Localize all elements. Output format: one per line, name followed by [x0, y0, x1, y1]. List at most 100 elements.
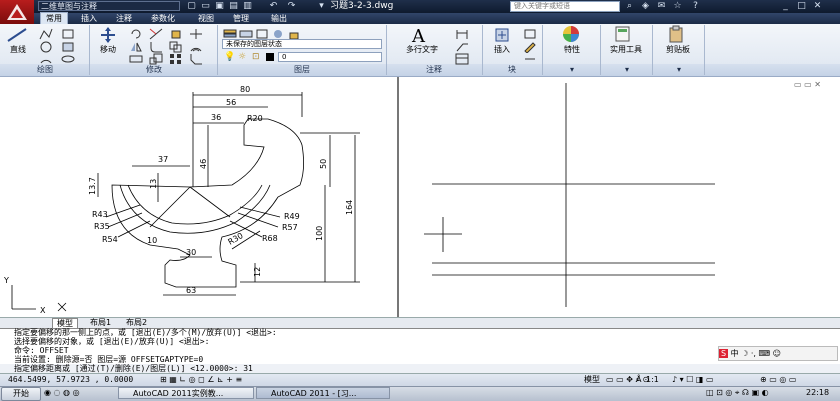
polar-icon[interactable]: ◎: [189, 375, 196, 384]
start-button[interactable]: 开始: [1, 387, 41, 401]
open-icon[interactable]: ▭: [200, 1, 211, 11]
dim-text: R20: [247, 114, 263, 123]
lineweight-icon[interactable]: ≡: [236, 375, 243, 384]
block-panel-label[interactable]: 块: [484, 64, 540, 76]
annotation-scale[interactable]: 1:1: [646, 374, 659, 386]
clipboard-button-label[interactable]: 剪贴板: [658, 44, 698, 55]
trim-icon[interactable]: [148, 27, 164, 41]
clipboard-dropdown-icon[interactable]: ▾: [654, 64, 704, 76]
dim-text: R35: [94, 222, 110, 231]
save-as-icon[interactable]: ▤: [228, 1, 239, 11]
layer-combo[interactable]: 0: [278, 52, 382, 62]
status-tray-icons-2[interactable]: ⊕ ▭ ◎ ▭: [760, 374, 796, 386]
ortho-icon[interactable]: ∟: [179, 375, 186, 384]
properties-dropdown-icon[interactable]: ▾: [544, 64, 600, 76]
tab-parametric[interactable]: 参数化: [146, 13, 180, 24]
linear-dimension-icon[interactable]: [454, 27, 470, 41]
tab-layout1[interactable]: 布局1: [86, 318, 115, 327]
sun-icon[interactable]: ☼: [238, 52, 246, 62]
properties-icon[interactable]: [562, 25, 580, 46]
undo-icon[interactable]: ↶: [268, 1, 279, 11]
tab-model[interactable]: 模型: [52, 318, 78, 328]
command-history-line: 当前设置: 删除源=否 图层=源 OFFSETGAPTYPE=0: [14, 355, 204, 364]
communication-icon[interactable]: ✉: [656, 1, 667, 11]
layer-color-swatch: [266, 53, 274, 61]
layers-panel-label[interactable]: 图层: [220, 64, 384, 76]
dim-text: R49: [284, 212, 300, 221]
properties-button-label[interactable]: 特性: [552, 44, 592, 55]
rotate-icon[interactable]: [128, 27, 144, 41]
snap-icon[interactable]: ⊞: [160, 375, 167, 384]
dim-text: 12: [253, 267, 262, 277]
tab-home[interactable]: 常用: [40, 12, 68, 24]
mtext-button-label[interactable]: 多行文字: [398, 44, 446, 55]
command-prompt[interactable]: 指定偏移距离或 [通过(T)/删除(E)/图层(L)] <12.0000>: 3…: [14, 364, 253, 373]
search-icon[interactable]: ⌕: [624, 1, 635, 11]
ribbon-separator: [482, 25, 483, 75]
coordinate-readout[interactable]: 464.5499, 57.9723 , 0.0000: [8, 374, 133, 386]
search-input[interactable]: 键入关键字或短语: [510, 1, 620, 12]
taskbar-item[interactable]: AutoCAD 2011 - [习...: [256, 387, 390, 399]
utilities-button-label[interactable]: 实用工具: [604, 44, 648, 55]
ribbon-separator: [386, 25, 387, 75]
clipboard-icon[interactable]: [668, 25, 686, 46]
save-icon[interactable]: ▣: [214, 1, 225, 11]
line-button-label[interactable]: 直线: [4, 44, 32, 55]
layer-state-combo[interactable]: 未保存的图层状态: [222, 39, 382, 49]
quick-view-icons[interactable]: ▭ ▭ ✥ ⌕ ⊙: [606, 374, 649, 386]
modify-panel-label[interactable]: 修改: [92, 64, 216, 76]
drawing-canvas[interactable]: 80 56 36 R20 37 46 50 13.7 13 164 R43 R3…: [0, 77, 840, 317]
application-menu-button[interactable]: [0, 0, 34, 24]
draw-panel-label[interactable]: 绘图: [2, 64, 88, 76]
grid-icon[interactable]: ▦: [169, 375, 177, 384]
osnap-icon[interactable]: ◻: [198, 375, 205, 384]
move-button-label[interactable]: 移动: [94, 44, 122, 55]
tab-insert[interactable]: 插入: [76, 13, 102, 24]
minimize-icon[interactable]: _: [780, 1, 791, 11]
system-tray-icons[interactable]: ◫ ⊡ ◎ ⌖ ☊ ▣ ◐: [706, 387, 769, 399]
create-block-icon[interactable]: [522, 27, 538, 41]
tab-manage[interactable]: 管理: [228, 13, 254, 24]
qa-dropdown-icon[interactable]: ▾: [316, 1, 327, 11]
subscription-icon[interactable]: ◈: [640, 1, 651, 11]
new-icon[interactable]: ▢: [186, 1, 197, 11]
favorites-icon[interactable]: ☆: [672, 1, 683, 11]
tab-annotate[interactable]: 注释: [111, 13, 137, 24]
tab-output[interactable]: 输出: [266, 13, 292, 24]
redo-icon[interactable]: ↷: [286, 1, 297, 11]
utilities-icon[interactable]: [614, 25, 632, 46]
tab-view[interactable]: 视图: [193, 13, 219, 24]
utilities-dropdown-icon[interactable]: ▾: [602, 64, 652, 76]
clock[interactable]: 22:18: [806, 387, 829, 399]
lock-icon[interactable]: ⊡: [252, 52, 260, 62]
command-history-line: 命令: OFFSET: [14, 346, 69, 355]
insert-button-label[interactable]: 插入: [488, 44, 516, 55]
light-bulb-icon[interactable]: 💡: [224, 52, 235, 62]
dim-text: 13: [149, 179, 158, 189]
model-space-label[interactable]: 模型: [584, 374, 600, 386]
rectangle-icon[interactable]: [60, 27, 76, 41]
annotation-scale-icon[interactable]: Å: [636, 374, 641, 386]
otrack-icon[interactable]: ∠: [207, 375, 214, 384]
quick-launch-icons[interactable]: ◉ ◌ ◍ ◎: [44, 387, 80, 399]
erase-icon[interactable]: [168, 27, 184, 41]
annotation-panel-label[interactable]: 注释: [388, 64, 480, 76]
drafting-toggles[interactable]: ⊞ ▦ ∟ ◎ ◻ ∠ ⊾ + ≡: [160, 375, 242, 384]
explode-icon[interactable]: [188, 27, 204, 41]
polyline-icon[interactable]: [38, 27, 54, 41]
status-tray-icons[interactable]: ♪ ▾ ☐ ◨ ▭: [672, 374, 714, 386]
viewport-controls[interactable]: ▭ ▭ ✕: [794, 80, 821, 89]
taskbar-item[interactable]: AutoCAD 2011实例教...: [118, 387, 254, 399]
workspace-switcher[interactable]: 二维草图与注释: [38, 1, 180, 11]
help-icon[interactable]: ?: [690, 1, 701, 11]
dyn-icon[interactable]: +: [226, 375, 233, 384]
ime-toolbar[interactable]: S 中 ☽ ·, ⌨ ☺: [718, 346, 838, 361]
tab-layout2[interactable]: 布局2: [122, 318, 151, 327]
drawing-svg[interactable]: 80 56 36 R20 37 46 50 13.7 13 164 R43 R3…: [0, 77, 840, 317]
plot-icon[interactable]: ▥: [242, 1, 253, 11]
ime-moon-icon: ☽: [741, 349, 749, 358]
close-icon[interactable]: ✕: [812, 1, 823, 11]
autocad-logo-icon: [7, 4, 27, 20]
ducs-icon[interactable]: ⊾: [217, 375, 224, 384]
maximize-icon[interactable]: □: [796, 1, 807, 11]
